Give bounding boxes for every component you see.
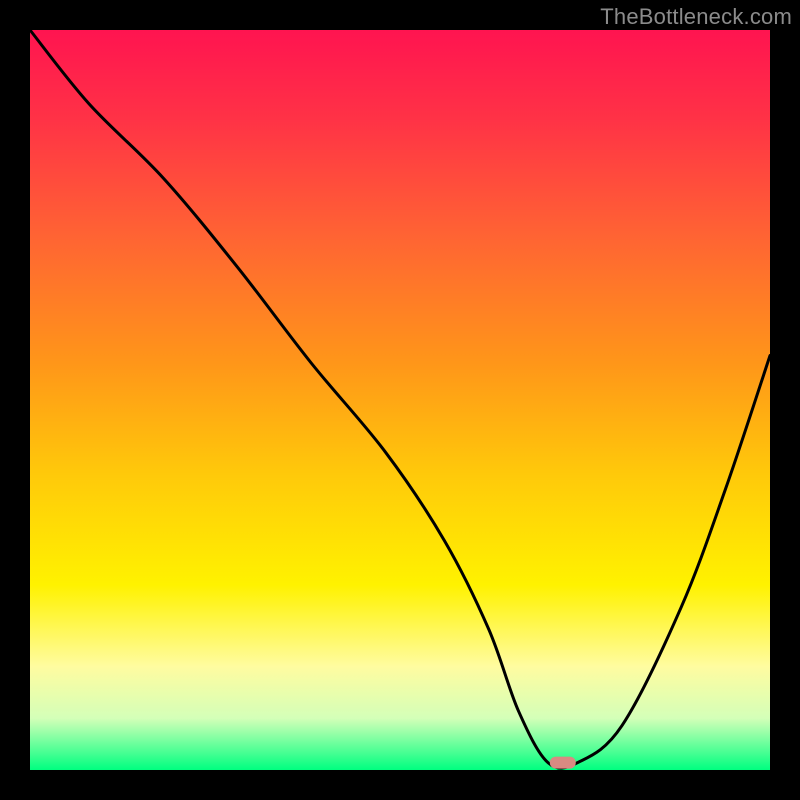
chart-stage: TheBottleneck.com: [0, 0, 800, 800]
bottleneck-chart: [0, 0, 800, 800]
watermark-label: TheBottleneck.com: [600, 4, 792, 30]
optimal-point-marker: [550, 757, 576, 769]
